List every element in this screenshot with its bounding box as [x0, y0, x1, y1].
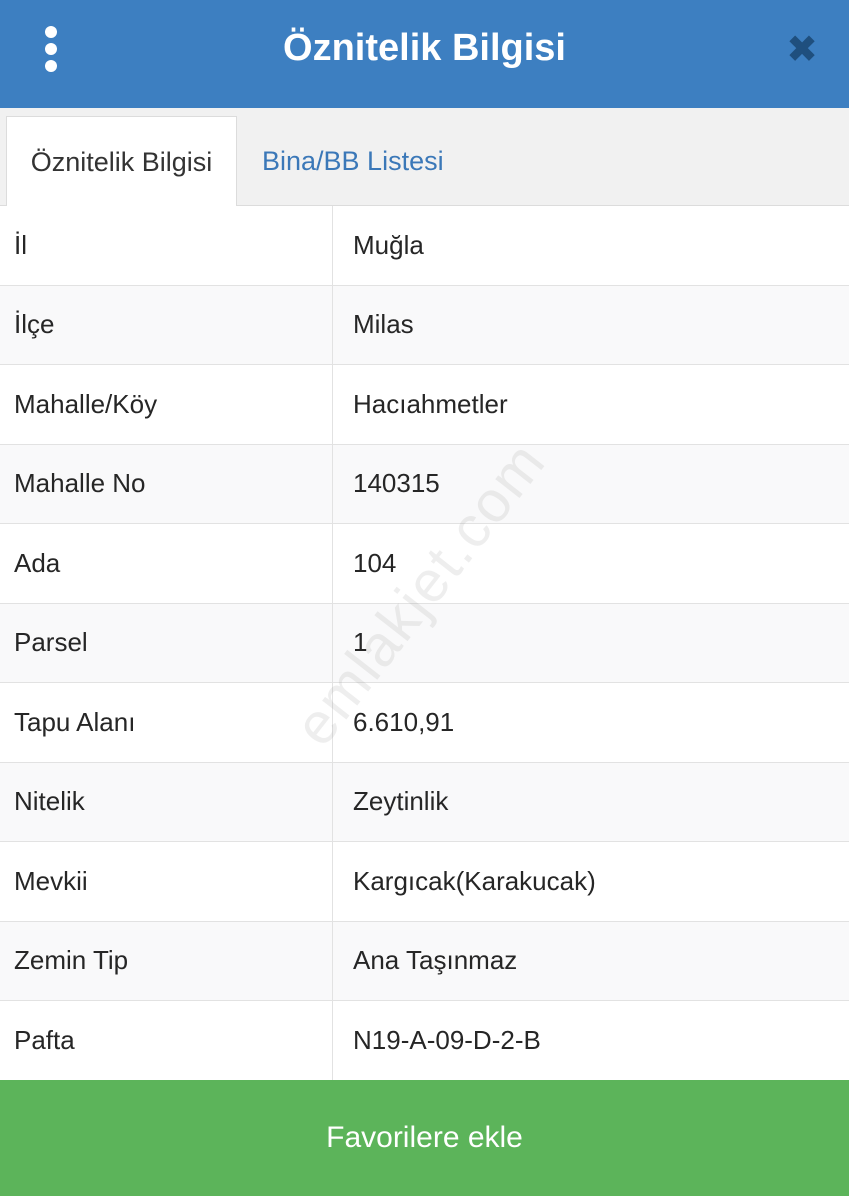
column-divider: [332, 206, 333, 1080]
attribute-value: 140315: [353, 468, 440, 499]
table-row: Tapu Alanı 6.610,91: [0, 683, 849, 763]
attribute-value: 6.610,91: [353, 706, 455, 737]
attribute-key: Mahalle/Köy: [14, 388, 158, 419]
attribute-key: Zemin Tip: [14, 945, 129, 976]
attribute-value: N19-A-09-D-2-B: [353, 1024, 541, 1055]
table-row: Parsel 1: [0, 603, 849, 683]
attribute-value: Hacıahmetler: [353, 388, 508, 419]
attribute-table: İl Muğla İlçe Milas Mahalle/Köy Hacıahmetle…: [0, 206, 849, 1081]
tab-oznitelik-bilgisi[interactable]: Öznitelik Bilgisi: [6, 116, 237, 206]
table-row: Pafta N19-A-09-D-2-B: [0, 1001, 849, 1081]
tab-bina-bb-listesi[interactable]: Bina/BB Listesi: [262, 116, 522, 206]
attribute-key: Ada: [14, 547, 61, 578]
page-title: Öznitelik Bilgisi: [283, 27, 566, 69]
attribute-value: Milas: [353, 309, 414, 340]
attribute-value: 104: [353, 547, 397, 578]
close-icon[interactable]: ✖: [782, 30, 822, 70]
table-row: Mevkii Kargıcak(Karakucak): [0, 842, 849, 922]
table-row: İl Muğla: [0, 206, 849, 286]
table-row: Mahalle No 140315: [0, 444, 849, 524]
table-row: Mahalle/Köy Hacıahmetler: [0, 365, 849, 445]
tab-bar: Öznitelik Bilgisi Bina/BB Listesi: [0, 108, 849, 206]
attribute-key: Tapu Alanı: [14, 706, 136, 737]
attribute-value: Kargıcak(Karakucak): [353, 865, 596, 896]
attribute-key: İlçe: [14, 309, 55, 340]
attribute-key: Mahalle No: [14, 468, 146, 499]
attribute-value: Zeytinlik: [353, 786, 449, 817]
attribute-value: Muğla: [353, 229, 424, 260]
attribute-key: Nitelik: [14, 786, 85, 817]
attribute-key: İl: [14, 229, 27, 260]
attribute-value: Ana Taşınmaz: [353, 945, 518, 976]
app-header: Öznitelik Bilgisi ✖: [0, 0, 849, 108]
table-row: İlçe Milas: [0, 285, 849, 365]
attribute-key: Mevkii: [14, 865, 88, 896]
add-to-favorites-button[interactable]: Favorilere ekle: [0, 1080, 849, 1196]
table-row: Ada 104: [0, 524, 849, 604]
table-row: Zemin Tip Ana Taşınmaz: [0, 921, 849, 1001]
attribute-key: Parsel: [14, 627, 88, 658]
table-row: Nitelik Zeytinlik: [0, 762, 849, 842]
attribute-value: 1: [353, 627, 368, 658]
attribute-key: Pafta: [14, 1024, 75, 1055]
